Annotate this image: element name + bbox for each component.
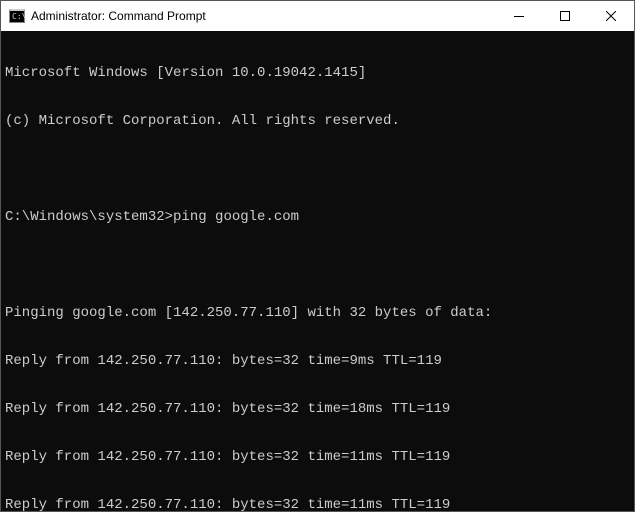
typed-command: ping google.com — [173, 209, 299, 225]
close-button[interactable] — [588, 1, 634, 31]
titlebar[interactable]: C:\ Administrator: Command Prompt — [1, 1, 634, 31]
minimize-button[interactable] — [496, 1, 542, 31]
maximize-button[interactable] — [542, 1, 588, 31]
blank-line — [5, 257, 630, 273]
terminal-output-area[interactable]: Microsoft Windows [Version 10.0.19042.14… — [1, 31, 634, 511]
banner-line: (c) Microsoft Corporation. All rights re… — [5, 113, 630, 129]
ping-reply: Reply from 142.250.77.110: bytes=32 time… — [5, 497, 630, 511]
maximize-icon — [560, 11, 570, 21]
ping-reply: Reply from 142.250.77.110: bytes=32 time… — [5, 449, 630, 465]
prompt-path: C:\Windows\system32> — [5, 209, 173, 225]
pinging-header: Pinging google.com [142.250.77.110] with… — [5, 305, 630, 321]
close-icon — [606, 11, 616, 21]
ping-reply: Reply from 142.250.77.110: bytes=32 time… — [5, 401, 630, 417]
app-icon: C:\ — [9, 8, 25, 24]
app-icon-glyph: C:\ — [12, 13, 26, 21]
command-prompt-window: C:\ Administrator: Command Prompt Micros… — [0, 0, 635, 512]
ping-reply: Reply from 142.250.77.110: bytes=32 time… — [5, 353, 630, 369]
banner-line: Microsoft Windows [Version 10.0.19042.14… — [5, 65, 630, 81]
blank-line — [5, 161, 630, 177]
minimize-icon — [514, 11, 524, 21]
prompt-line: C:\Windows\system32>ping google.com — [5, 209, 630, 225]
window-title: Administrator: Command Prompt — [31, 9, 206, 23]
